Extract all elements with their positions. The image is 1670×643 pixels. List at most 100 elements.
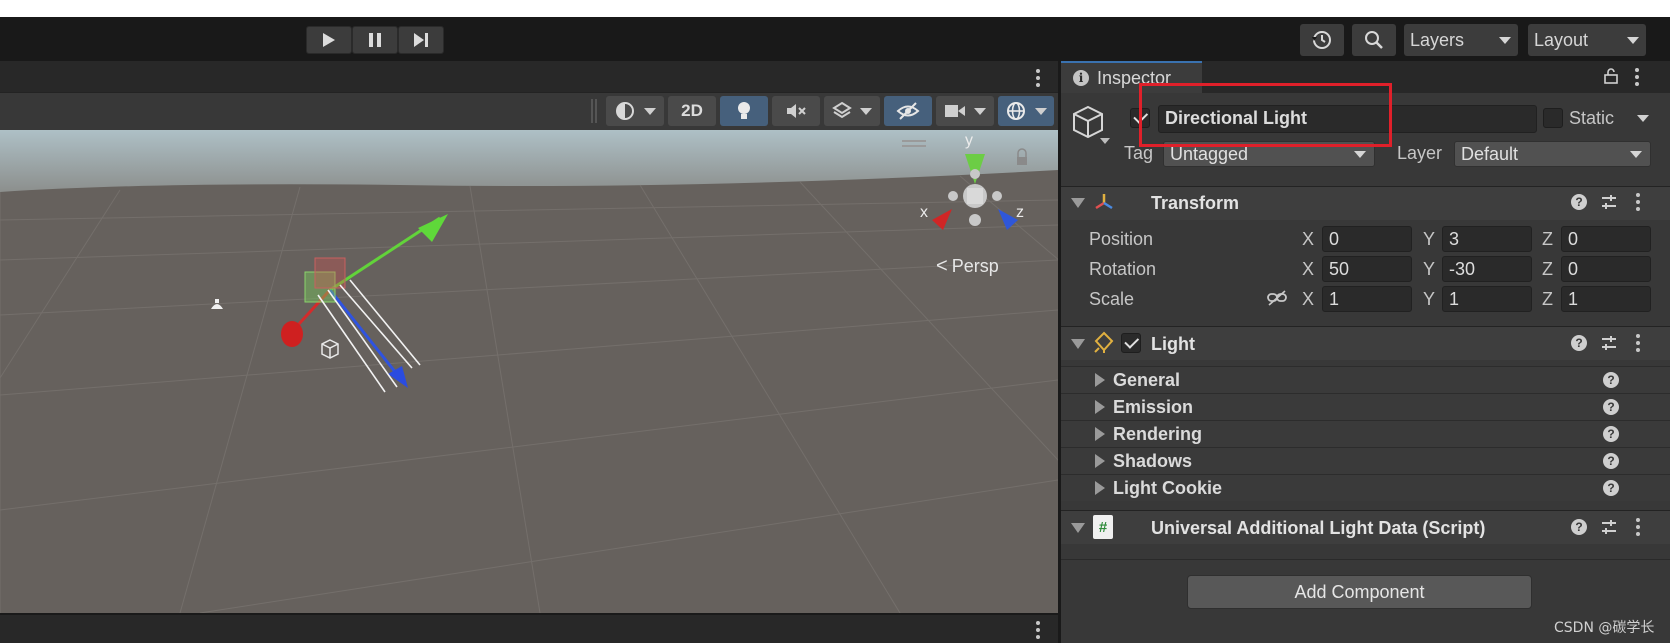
fold-arrow-icon[interactable] — [1071, 339, 1085, 349]
fold-arrow-icon — [1095, 481, 1105, 495]
help-icon[interactable]: ? — [1603, 399, 1619, 415]
gameobject-cube-icon[interactable] — [1070, 103, 1110, 147]
axis-x-label: X — [1302, 289, 1315, 309]
layers-label: Layers — [1410, 30, 1465, 50]
constrain-proportions-icon[interactable] — [1266, 289, 1288, 307]
layers-effects-icon — [832, 101, 852, 119]
chevron-down-icon — [1627, 37, 1639, 44]
help-icon[interactable]: ? — [1603, 426, 1619, 442]
help-icon[interactable]: ? — [1603, 372, 1619, 388]
layout-label: Layout — [1534, 30, 1589, 50]
fold-arrow-icon — [1095, 373, 1105, 387]
history-icon — [1312, 31, 1331, 49]
axis-z-label: Z — [1542, 229, 1553, 249]
static-dropdown-icon[interactable] — [1637, 115, 1649, 122]
transform-more-menu[interactable] — [1636, 193, 1640, 214]
projection-toggle[interactable]: < Persp — [936, 255, 999, 278]
pause-button[interactable] — [352, 26, 398, 54]
layout-dropdown[interactable]: Layout — [1528, 24, 1646, 56]
play-button[interactable] — [306, 26, 352, 54]
scale-z-field[interactable]: 1 — [1561, 286, 1651, 312]
light-section-cookie[interactable]: Light Cookie ? — [1061, 474, 1670, 501]
chevron-down-icon — [860, 107, 872, 115]
search-button[interactable] — [1352, 24, 1396, 56]
position-x-field[interactable]: 0 — [1322, 226, 1412, 252]
fold-arrow-icon — [1095, 427, 1105, 441]
axis-x-label: X — [1302, 229, 1315, 249]
rotation-y-field[interactable]: -30 — [1442, 256, 1532, 282]
audio-toggle-button[interactable] — [772, 96, 820, 126]
help-icon[interactable]: ? — [1603, 480, 1619, 496]
window-top-strip — [0, 0, 1670, 17]
script-more-menu[interactable] — [1636, 518, 1640, 539]
settings-sliders-icon[interactable] — [1600, 518, 1618, 536]
projection-label: Persp — [951, 256, 999, 276]
light-more-menu[interactable] — [1636, 334, 1640, 355]
static-checkbox[interactable] — [1543, 108, 1563, 128]
scene-viewport[interactable]: y x z < Persp — [0, 130, 1058, 613]
scene-canvas — [0, 130, 1058, 613]
position-label: Position — [1089, 229, 1154, 249]
scale-label: Scale — [1089, 289, 1135, 309]
chevron-down-icon — [1630, 151, 1642, 158]
layer-dropdown[interactable]: Default — [1454, 141, 1651, 167]
settings-sliders-icon[interactable] — [1600, 193, 1618, 211]
script-file-icon: # — [1093, 515, 1113, 539]
add-component-button[interactable]: Add Component — [1187, 575, 1532, 609]
rotation-x-field[interactable]: 50 — [1322, 256, 1412, 282]
step-icon — [414, 33, 428, 47]
position-y-field[interactable]: 3 — [1442, 226, 1532, 252]
gizmo-axis-x: x — [920, 204, 928, 221]
scene-tab-bar — [0, 61, 1058, 92]
scene-more-menu[interactable] — [1036, 69, 1040, 90]
gizmo-globe-icon — [1007, 102, 1025, 120]
light-section-general[interactable]: General ? — [1061, 366, 1670, 393]
tag-value: Untagged — [1170, 144, 1249, 164]
gizmos-button[interactable] — [998, 96, 1054, 126]
axis-z-label: Z — [1542, 259, 1553, 279]
history-button[interactable] — [1300, 24, 1344, 56]
inspector-more-menu[interactable] — [1635, 68, 1639, 89]
help-icon[interactable]: ? — [1571, 335, 1587, 351]
rotation-z-field[interactable]: 0 — [1561, 256, 1651, 282]
light-section-shadows[interactable]: Shadows ? — [1061, 447, 1670, 474]
scene-visibility-button[interactable] — [884, 96, 932, 126]
toolbar-grip[interactable] — [591, 99, 597, 123]
lighting-toggle-button[interactable] — [720, 96, 768, 126]
chevron-down-icon — [1035, 107, 1047, 115]
position-z-field[interactable]: 0 — [1561, 226, 1651, 252]
help-icon[interactable]: ? — [1571, 194, 1587, 210]
toggle-2d-button[interactable]: 2D — [668, 96, 716, 126]
script-component-title: Universal Additional Light Data (Script) — [1151, 518, 1486, 538]
settings-sliders-icon[interactable] — [1600, 334, 1618, 352]
fold-arrow-icon[interactable] — [1071, 523, 1085, 533]
bottom-more-menu[interactable] — [1036, 621, 1040, 642]
sphere-icon — [616, 102, 634, 120]
layers-dropdown[interactable]: Layers — [1404, 24, 1518, 56]
camera-settings-button[interactable] — [936, 96, 994, 126]
chevron-left-icon: < — [936, 255, 948, 277]
help-icon[interactable]: ? — [1603, 453, 1619, 469]
section-label: General — [1113, 370, 1181, 390]
light-section-emission[interactable]: Emission ? — [1061, 393, 1670, 420]
play-icon — [323, 33, 335, 47]
shading-mode-button[interactable] — [606, 96, 664, 126]
gizmo-axis-y: y — [965, 132, 973, 149]
effects-button[interactable] — [824, 96, 880, 126]
transform-title: Transform — [1151, 193, 1240, 213]
light-enabled-checkbox[interactable] — [1121, 333, 1141, 353]
help-icon[interactable]: ? — [1571, 519, 1587, 535]
layer-label: Layer — [1397, 143, 1443, 163]
scale-x-field[interactable]: 1 — [1322, 286, 1412, 312]
lock-icon[interactable] — [1604, 68, 1618, 84]
info-icon: i — [1073, 70, 1089, 86]
scale-y-field[interactable]: 1 — [1442, 286, 1532, 312]
step-button[interactable] — [398, 26, 444, 54]
mute-icon — [787, 104, 806, 118]
watermark-text: CSDN @碳学长 — [1554, 620, 1655, 636]
light-section-rendering[interactable]: Rendering ? — [1061, 420, 1670, 447]
fold-arrow-icon[interactable] — [1071, 198, 1085, 208]
axis-y-label: Y — [1423, 289, 1436, 309]
static-label: Static — [1569, 108, 1615, 128]
fold-arrow-icon — [1095, 400, 1105, 414]
